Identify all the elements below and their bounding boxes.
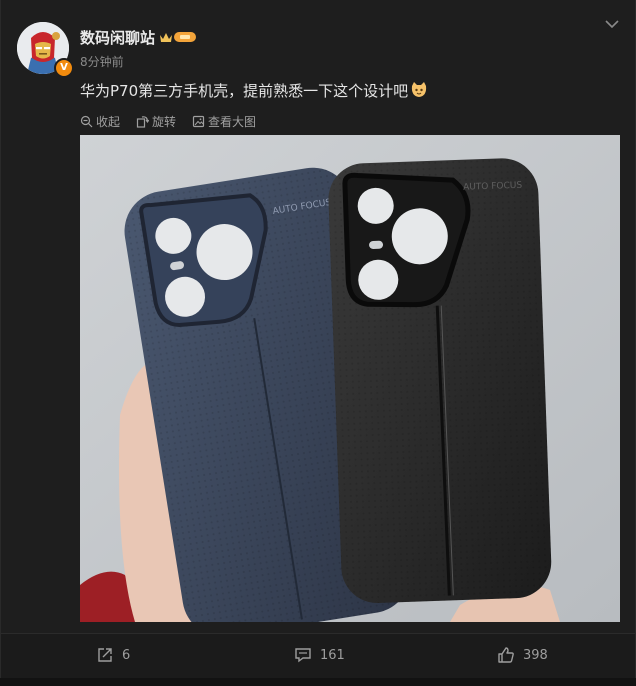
view-large-label: 查看大图 [208, 115, 257, 129]
weibo-post-card: V 数码闲聊站 8分钟前 华为P70第三方手机壳，提前熟悉一下这个设计吧 收起 [0, 0, 636, 686]
cat-face-icon [412, 82, 427, 97]
share-button[interactable]: 6 [96, 646, 130, 664]
verified-badge: V [54, 58, 74, 78]
comment-button[interactable]: 161 [294, 646, 345, 664]
rotate-icon [136, 116, 150, 128]
post-text-content: 华为P70第三方手机壳，提前熟悉一下这个设计吧 [80, 82, 409, 100]
post-footer: 6 161 398 [1, 633, 635, 679]
like-button[interactable]: 398 [497, 646, 548, 664]
view-large-button[interactable]: 查看大图 [192, 113, 256, 130]
phone-cases-photo: AUTO FOCUS AUTO FOCUS [80, 135, 620, 622]
share-count: 6 [122, 647, 131, 663]
rotate-button[interactable]: 旋转 [136, 113, 176, 130]
collapse-label: 收起 [96, 115, 121, 129]
case-brand-text-2: AUTO FOCUS [463, 181, 523, 193]
post-text: 华为P70第三方手机壳，提前熟悉一下这个设计吧 [80, 80, 428, 101]
vip-member-badge-icon [160, 32, 196, 42]
comment-icon [295, 648, 311, 663]
share-icon [98, 648, 112, 662]
bottom-separator [0, 678, 636, 686]
comment-count: 161 [320, 647, 345, 663]
image-icon [192, 115, 205, 128]
thumbs-up-icon [498, 647, 514, 663]
image-toolbar: 收起 旋转 查看大图 [80, 113, 256, 130]
chevron-down-icon[interactable] [604, 18, 620, 30]
zoom-out-icon [80, 115, 93, 128]
post-time[interactable]: 8分钟前 [80, 53, 124, 70]
username[interactable]: 数码闲聊站 [80, 27, 155, 48]
like-count: 398 [523, 647, 548, 663]
collapse-button[interactable]: 收起 [80, 113, 120, 130]
post-image[interactable]: AUTO FOCUS AUTO FOCUS [80, 135, 620, 622]
rotate-label: 旋转 [152, 115, 177, 129]
